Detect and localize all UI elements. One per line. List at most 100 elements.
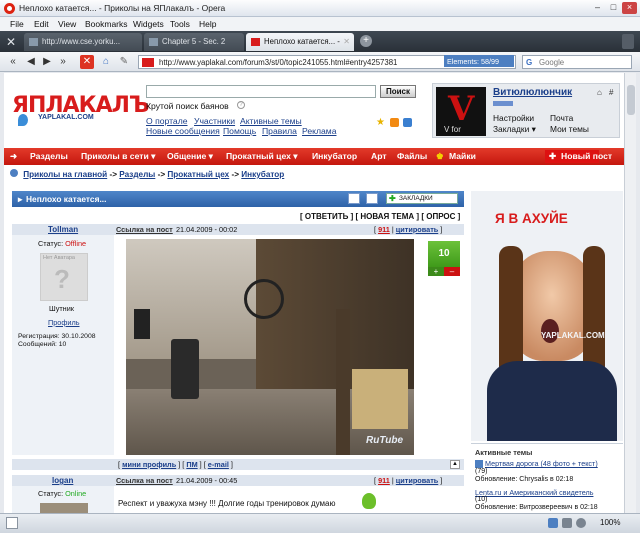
- help-icon[interactable]: ?: [237, 101, 245, 109]
- close-button[interactable]: ×: [622, 2, 637, 14]
- link-active-topics[interactable]: Активные темы: [240, 116, 302, 126]
- nav-files[interactable]: Файлы: [397, 151, 427, 161]
- vertical-scrollbar[interactable]: [624, 73, 636, 513]
- post1-profile-link[interactable]: Профиль: [48, 318, 80, 327]
- page-icon: [149, 38, 158, 46]
- panel-toggle-icon[interactable]: [6, 517, 18, 529]
- user-avatar[interactable]: V V for: [436, 87, 486, 136]
- back-icon[interactable]: ◀: [24, 55, 38, 69]
- home-small-icon[interactable]: ⌂: [597, 88, 602, 97]
- view-icon[interactable]: [576, 518, 586, 528]
- crumb-incubator[interactable]: Инкубатор: [241, 170, 284, 179]
- forward-icon[interactable]: ▶: [40, 55, 54, 69]
- active-topic-1[interactable]: Мертвая дорога (48 фото + текст): [485, 459, 598, 468]
- post2-author[interactable]: logan: [52, 476, 73, 485]
- username[interactable]: Витюлюлюнчик: [493, 87, 572, 98]
- email-link[interactable]: e-mail: [208, 460, 229, 469]
- rate-down-button[interactable]: –: [444, 267, 460, 276]
- user-link-bookmarks[interactable]: Закладки ▾: [493, 124, 536, 134]
- post2-number[interactable]: 911: [378, 476, 390, 485]
- nav-incubator[interactable]: Инкубатор: [312, 151, 357, 161]
- pin-icon[interactable]: #: [609, 88, 613, 97]
- crumb-rental[interactable]: Прокатный цех: [167, 170, 229, 179]
- menu-tools[interactable]: Tools: [170, 19, 190, 29]
- pm-link[interactable]: ПМ: [186, 460, 197, 469]
- menu-widgets[interactable]: Widgets: [133, 19, 164, 29]
- star-icon[interactable]: ★: [376, 117, 385, 128]
- post2-quote[interactable]: цитировать: [396, 476, 438, 485]
- trash-icon[interactable]: [622, 34, 634, 49]
- tab-yorku[interactable]: http://www.cse.yorku...: [24, 33, 142, 51]
- scrollbar-thumb[interactable]: [627, 85, 635, 115]
- maximize-button[interactable]: □: [606, 2, 621, 14]
- topic-actions: [ ОТВЕТИТЬ ] [ НОВАЯ ТЕМА ] [ ОПРОС ]: [300, 212, 460, 221]
- rss-icon[interactable]: [390, 118, 399, 127]
- print-icon[interactable]: [348, 193, 360, 204]
- poll-button[interactable]: [ ОПРОС ]: [421, 212, 460, 221]
- active-topic-2-count: (10): [475, 496, 488, 503]
- turbo-icon[interactable]: [548, 518, 558, 528]
- post1-quote[interactable]: цитировать: [396, 225, 438, 234]
- nav-sections[interactable]: Разделы: [30, 151, 68, 161]
- home-icon[interactable]: ⌂: [99, 55, 113, 69]
- stop-icon[interactable]: ✕: [80, 55, 94, 69]
- search-field[interactable]: G Google: [522, 55, 632, 69]
- new-topic-button[interactable]: [ НОВАЯ ТЕМА ]: [356, 212, 420, 221]
- nav-jokes[interactable]: Приколы в сети ▾: [81, 151, 155, 162]
- link-about[interactable]: О портале: [146, 116, 188, 126]
- user-link-settings[interactable]: Настройки: [493, 113, 534, 123]
- user-link-my-topics[interactable]: Мои темы: [550, 124, 589, 134]
- post1-link[interactable]: Ссылка на пост: [116, 225, 173, 234]
- new-tab-button[interactable]: +: [360, 35, 372, 47]
- video-pillar: [352, 369, 408, 429]
- scroll-top-icon[interactable]: ▲: [450, 460, 460, 469]
- post2-avatar[interactable]: [40, 503, 88, 513]
- zoom-level[interactable]: 100%: [600, 518, 620, 527]
- crumb-main[interactable]: Приколы на главной: [23, 170, 107, 179]
- rate-up-button[interactable]: +: [428, 267, 444, 276]
- new-post-button[interactable]: Новый пост: [561, 151, 612, 161]
- bookmarks-button[interactable]: ✚ ЗАКЛАДКИ: [386, 193, 458, 204]
- gift-icon[interactable]: [403, 118, 412, 127]
- link-rules[interactable]: Правила: [262, 126, 297, 136]
- site-search-button[interactable]: Поиск: [380, 85, 416, 98]
- nav-chat[interactable]: Общение ▾: [167, 151, 213, 162]
- edit-icon[interactable]: ✎: [117, 55, 131, 69]
- mini-profile-link[interactable]: мини профиль: [122, 460, 176, 469]
- address-toolbar: « ◀ ▶ » ✕ ⌂ ✎ http://www.yaplakal.com/fo…: [0, 52, 640, 72]
- close-tab-icon[interactable]: ✕: [343, 37, 350, 46]
- active-topic-2[interactable]: Lenta.ru и Американский свидетель: [475, 488, 593, 497]
- nav-tshirts[interactable]: Майки: [449, 151, 476, 161]
- minimize-button[interactable]: –: [590, 2, 605, 14]
- forward-fast-icon[interactable]: »: [56, 55, 70, 69]
- images-icon[interactable]: [562, 518, 572, 528]
- link-help[interactable]: Помощь: [223, 126, 256, 136]
- link-ads[interactable]: Реклама: [302, 126, 336, 136]
- post1-number[interactable]: 911: [378, 225, 390, 234]
- tools-icon[interactable]: ✕: [6, 35, 16, 49]
- tab-yaplakal[interactable]: Неплохо катается... - ✕: [246, 33, 354, 51]
- menu-file[interactable]: File: [10, 19, 24, 29]
- reply-button[interactable]: [ ОТВЕТИТЬ ]: [300, 212, 353, 221]
- nav-rental[interactable]: Прокатный цех ▾: [226, 151, 298, 162]
- post1-author[interactable]: Tollman: [48, 225, 78, 234]
- link-members[interactable]: Участники: [194, 116, 235, 126]
- monitor-icon[interactable]: [366, 193, 378, 204]
- post2-status: Статус: Online: [38, 489, 86, 498]
- site-search-input[interactable]: [146, 85, 376, 98]
- menu-help[interactable]: Help: [199, 19, 216, 29]
- post1-footer-links: [ мини профиль ] [ ПМ ] [ e-mail ]: [118, 460, 233, 469]
- menu-edit[interactable]: Edit: [34, 19, 49, 29]
- post2-link[interactable]: Ссылка на пост: [116, 476, 173, 485]
- nav-art[interactable]: Арт: [371, 151, 387, 161]
- post1-avatar[interactable]: Нет Аватара ?: [40, 253, 88, 301]
- menu-bookmarks[interactable]: Bookmarks: [85, 19, 128, 29]
- crumb-sections[interactable]: Разделы: [119, 170, 155, 179]
- post1-video[interactable]: RuTube: [126, 239, 414, 455]
- back-fast-icon[interactable]: «: [6, 55, 20, 69]
- tab-chapter5[interactable]: Chapter 5 - Sec. 2: [144, 33, 244, 51]
- advertisement-banner[interactable]: Я В АХУЙЕ YAPLAKAL.COM: [471, 191, 623, 441]
- user-link-mail[interactable]: Почта: [550, 113, 573, 123]
- menu-view[interactable]: View: [58, 19, 76, 29]
- link-new-messages[interactable]: Новые сообщения: [146, 126, 220, 136]
